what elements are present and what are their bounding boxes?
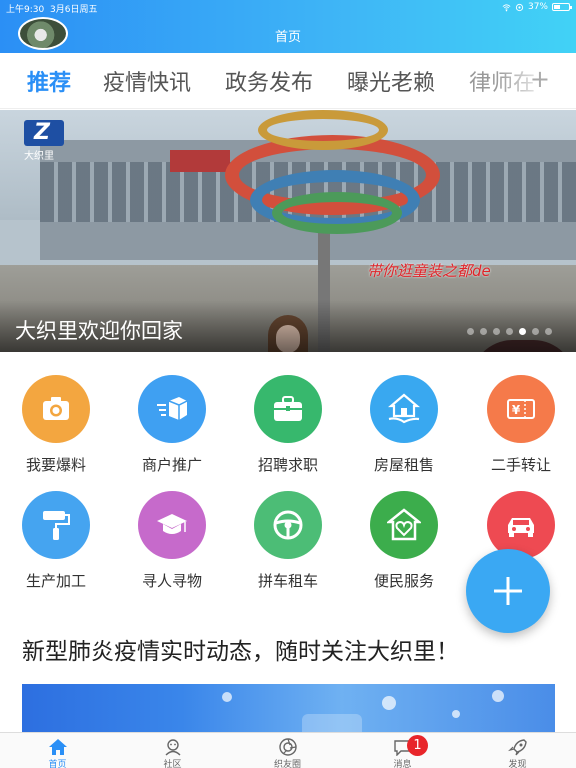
tab-epidemic-news[interactable]: 疫情快讯: [103, 65, 191, 97]
service-convenience[interactable]: 便民服务: [349, 484, 459, 594]
service-lost-found[interactable]: 寻人寻物: [117, 484, 227, 594]
wifi-icon: [502, 3, 511, 11]
page-title: 首页: [274, 30, 301, 45]
status-right: 37%: [502, 2, 572, 12]
service-report[interactable]: 我要爆料: [1, 368, 111, 478]
service-label: 招聘求职: [257, 456, 318, 474]
heart-house-icon: [387, 508, 421, 541]
nav-label: 发现: [508, 760, 527, 768]
ticket-icon: ¥: [507, 399, 535, 419]
news-image-flake: [452, 710, 460, 718]
svg-text:¥: ¥: [512, 403, 521, 417]
service-icon-bg: [254, 375, 322, 443]
carousel-dot[interactable]: [506, 328, 513, 335]
service-icon-bg: [370, 491, 438, 559]
nav-community[interactable]: 社区: [115, 733, 230, 768]
add-tab-button[interactable]: +: [530, 65, 550, 93]
news-image-flake: [222, 692, 232, 702]
nav-friends-circle[interactable]: 织友圈: [230, 733, 345, 768]
service-label: 便民服务: [373, 572, 434, 590]
steering-wheel-icon: [273, 510, 303, 540]
rocket-icon: [508, 739, 527, 756]
logo-text: 大织里: [24, 151, 54, 162]
nav-discover[interactable]: 发现: [460, 733, 575, 768]
news-image[interactable]: [22, 684, 555, 734]
banner-subtitle: 带你逛童装之都de: [367, 262, 491, 280]
unread-badge: 1: [407, 735, 428, 756]
service-label: 拼车租车: [257, 572, 318, 590]
app-header: 上午9:30 3月6日周五 37% 首页: [0, 0, 576, 53]
service-icon-bg: [138, 375, 206, 443]
nav-label: 消息: [393, 760, 412, 768]
banner-logo: 大织里: [24, 120, 68, 162]
service-label: 我要爆料: [25, 456, 86, 474]
plus-icon: [494, 577, 522, 605]
nav-label: 织友圈: [273, 760, 301, 768]
service-jobs[interactable]: 招聘求职: [233, 368, 343, 478]
service-label: 二手转让: [490, 456, 551, 474]
carousel-dot[interactable]: [493, 328, 500, 335]
home-icon: [49, 739, 67, 755]
logo-mark: [24, 120, 64, 146]
service-housing[interactable]: 房屋租售: [349, 368, 459, 478]
carousel-dot[interactable]: [532, 328, 539, 335]
category-tabs: 推荐 疫情快讯 政务发布 曝光老赖 律师在 +: [0, 53, 576, 109]
camera-aperture-icon: [279, 738, 297, 756]
camera-icon: [43, 397, 69, 420]
paint-roller-icon: [43, 511, 70, 540]
service-label: 寻人寻物: [141, 572, 202, 590]
news-headline[interactable]: 新型肺炎疫情实时动态，随时关注大织里！: [22, 632, 459, 666]
nav-home[interactable]: 首页: [0, 733, 115, 768]
service-icon-bg: [138, 491, 206, 559]
service-icon-bg: [487, 491, 555, 559]
news-image-flake: [492, 690, 504, 702]
delivery-box-icon: [157, 397, 188, 420]
service-secondhand[interactable]: ¥ 二手转让: [466, 368, 576, 478]
service-icon-bg: [370, 375, 438, 443]
house-hand-icon: [387, 393, 421, 424]
banner-carousel[interactable]: 大织里 带你逛童装之都de 大织里欢迎你回家: [0, 110, 576, 352]
carousel-dot[interactable]: [480, 328, 487, 335]
service-manufacturing[interactable]: 生产加工: [1, 484, 111, 594]
service-icon-bg: [22, 491, 90, 559]
status-time: 上午9:30: [6, 5, 45, 15]
service-icon-bg: [254, 491, 322, 559]
nav-messages[interactable]: 1 消息: [345, 733, 460, 768]
tab-exposure[interactable]: 曝光老赖: [347, 65, 435, 97]
carousel-dot[interactable]: [467, 328, 474, 335]
community-icon: [165, 739, 181, 756]
carousel-dot[interactable]: [519, 328, 526, 335]
service-label: 房屋租售: [373, 456, 434, 474]
carousel-indicator: [467, 328, 552, 335]
service-icon-bg: ¥: [487, 375, 555, 443]
service-icon-bg: [22, 375, 90, 443]
sculpture-ring: [272, 192, 402, 234]
status-bar: 上午9:30 3月6日周五 37%: [0, 0, 576, 16]
banner-red-sign: [170, 150, 230, 172]
service-label: 生产加工: [25, 572, 86, 590]
sculpture-ring: [258, 110, 388, 150]
tab-recommend[interactable]: 推荐: [27, 65, 71, 97]
carousel-dot[interactable]: [545, 328, 552, 335]
nav-label: 社区: [163, 760, 182, 768]
status-date: 3月6日周五: [50, 5, 98, 15]
car-icon: [508, 518, 534, 537]
add-post-button[interactable]: [466, 549, 550, 633]
graduation-cap-icon: [157, 514, 187, 534]
battery-percent: 37%: [527, 2, 548, 12]
tab-government[interactable]: 政务发布: [225, 65, 313, 97]
nav-label: 首页: [48, 760, 67, 768]
banner-caption: 大织里欢迎你回家: [15, 319, 183, 343]
briefcase-icon: [274, 396, 302, 421]
service-label: 商户推广: [141, 456, 202, 474]
service-carpool[interactable]: 拼车租车: [233, 484, 343, 594]
location-icon: [515, 3, 524, 11]
battery-icon: [552, 3, 572, 11]
bottom-nav: 首页 社区 织友圈 1 消息 发现: [0, 732, 576, 768]
service-merchant[interactable]: 商户推广: [117, 368, 227, 478]
news-image-flake: [382, 696, 396, 710]
